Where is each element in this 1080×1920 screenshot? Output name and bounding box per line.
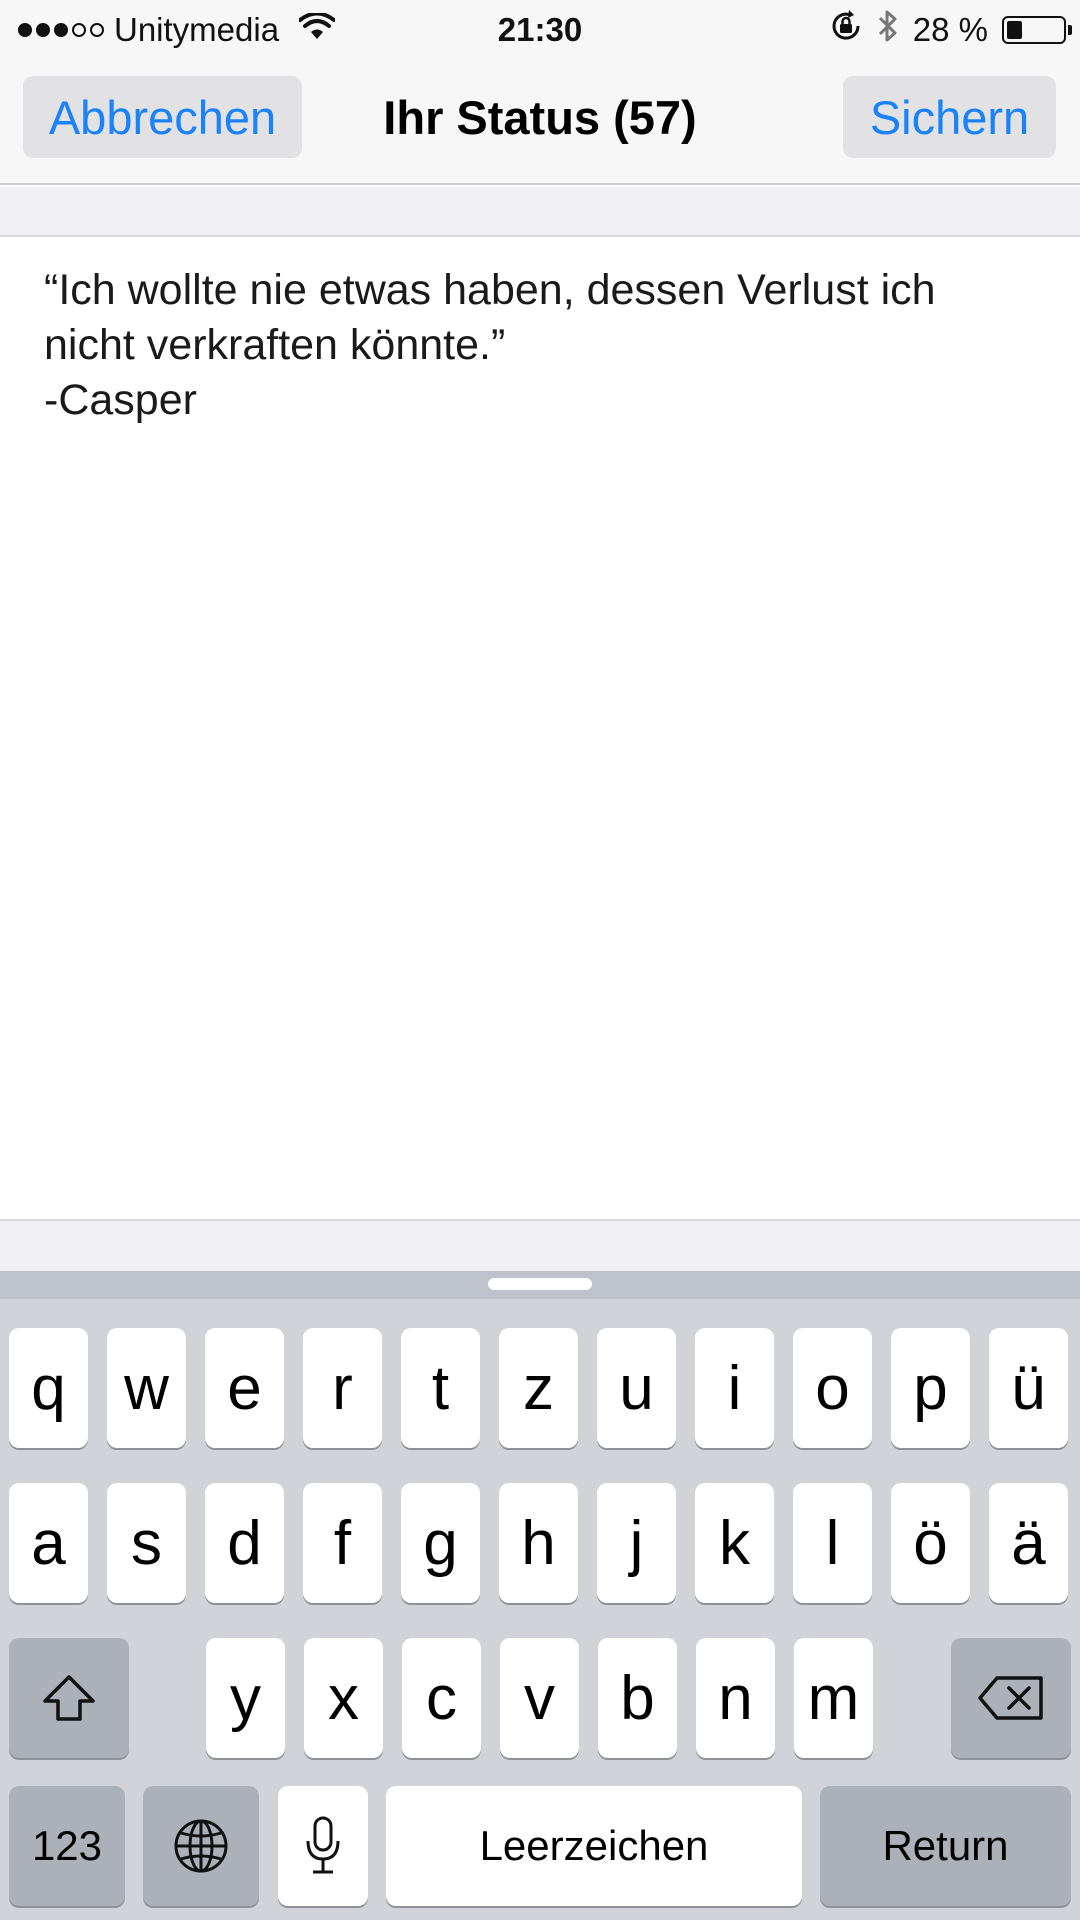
dictation-key[interactable] xyxy=(278,1786,368,1906)
key-y[interactable]: y xyxy=(206,1638,285,1758)
status-left: Unitymedia xyxy=(18,0,337,60)
key-d[interactable]: d xyxy=(205,1483,284,1603)
key-l[interactable]: l xyxy=(793,1483,872,1603)
wifi-icon xyxy=(298,11,337,49)
status-text-area[interactable]: “Ich wollte nie etwas haben, dessen Verl… xyxy=(0,239,1080,1219)
signal-dot xyxy=(90,23,104,37)
keyboard-handle[interactable] xyxy=(488,1278,592,1290)
return-key[interactable]: Return xyxy=(820,1786,1071,1906)
key-e[interactable]: e xyxy=(205,1328,284,1448)
bluetooth-icon xyxy=(877,8,899,52)
battery-icon xyxy=(1002,16,1072,44)
battery-level xyxy=(1007,21,1023,39)
separator-band xyxy=(0,187,1080,237)
shift-key[interactable] xyxy=(9,1638,129,1758)
numbers-key[interactable]: 123 xyxy=(9,1786,125,1906)
signal-dot xyxy=(18,23,32,37)
key-x[interactable]: x xyxy=(304,1638,383,1758)
key-c[interactable]: c xyxy=(402,1638,481,1758)
key-ä[interactable]: ä xyxy=(989,1483,1068,1603)
key-k[interactable]: k xyxy=(695,1483,774,1603)
key-n[interactable]: n xyxy=(696,1638,775,1758)
save-button[interactable]: Sichern xyxy=(843,76,1056,158)
key-u[interactable]: u xyxy=(597,1328,676,1448)
microphone-icon xyxy=(303,1815,343,1877)
battery-percent: 28 % xyxy=(912,11,988,48)
key-f[interactable]: f xyxy=(303,1483,382,1603)
separator-band-bottom xyxy=(0,1219,1080,1271)
key-b[interactable]: b xyxy=(598,1638,677,1758)
key-ü[interactable]: ü xyxy=(989,1328,1068,1448)
status-bar: Unitymedia 21:30 28 % xyxy=(0,0,1080,60)
globe-key[interactable] xyxy=(143,1786,259,1906)
key-m[interactable]: m xyxy=(794,1638,873,1758)
key-r[interactable]: r xyxy=(303,1328,382,1448)
key-j[interactable]: j xyxy=(597,1483,676,1603)
key-i[interactable]: i xyxy=(695,1328,774,1448)
cancel-button[interactable]: Abbrechen xyxy=(23,76,302,158)
status-right: 28 % xyxy=(829,0,1072,60)
key-o[interactable]: o xyxy=(793,1328,872,1448)
signal-strength-icon xyxy=(18,23,104,37)
key-a[interactable]: a xyxy=(9,1483,88,1603)
status-text: “Ich wollte nie etwas haben, dessen Verl… xyxy=(44,266,936,424)
key-z[interactable]: z xyxy=(499,1328,578,1448)
rotation-lock-icon xyxy=(829,9,863,51)
keyboard: qwertzuiopü asdfghjklöä yxcvbnm 123 Leer… xyxy=(0,1271,1080,1920)
key-p[interactable]: p xyxy=(891,1328,970,1448)
signal-dot xyxy=(72,23,86,37)
key-g[interactable]: g xyxy=(401,1483,480,1603)
key-h[interactable]: h xyxy=(499,1483,578,1603)
globe-icon xyxy=(172,1817,230,1875)
keyboard-top-bar xyxy=(0,1271,1080,1299)
shift-icon xyxy=(41,1673,97,1723)
signal-dot xyxy=(36,23,50,37)
key-v[interactable]: v xyxy=(500,1638,579,1758)
key-ö[interactable]: ö xyxy=(891,1483,970,1603)
key-w[interactable]: w xyxy=(107,1328,186,1448)
carrier-name: Unitymedia xyxy=(114,11,280,48)
space-key[interactable]: Leerzeichen xyxy=(386,1786,802,1906)
signal-dot xyxy=(54,23,68,37)
backspace-key[interactable] xyxy=(951,1638,1071,1758)
key-s[interactable]: s xyxy=(107,1483,186,1603)
key-q[interactable]: q xyxy=(9,1328,88,1448)
key-t[interactable]: t xyxy=(401,1328,480,1448)
navigation-bar: Abbrechen Ihr Status (57) Sichern xyxy=(0,60,1080,185)
app-screen: Unitymedia 21:30 28 % Abbrechen Ihr Stat… xyxy=(0,0,1080,1920)
backspace-icon xyxy=(977,1675,1045,1721)
